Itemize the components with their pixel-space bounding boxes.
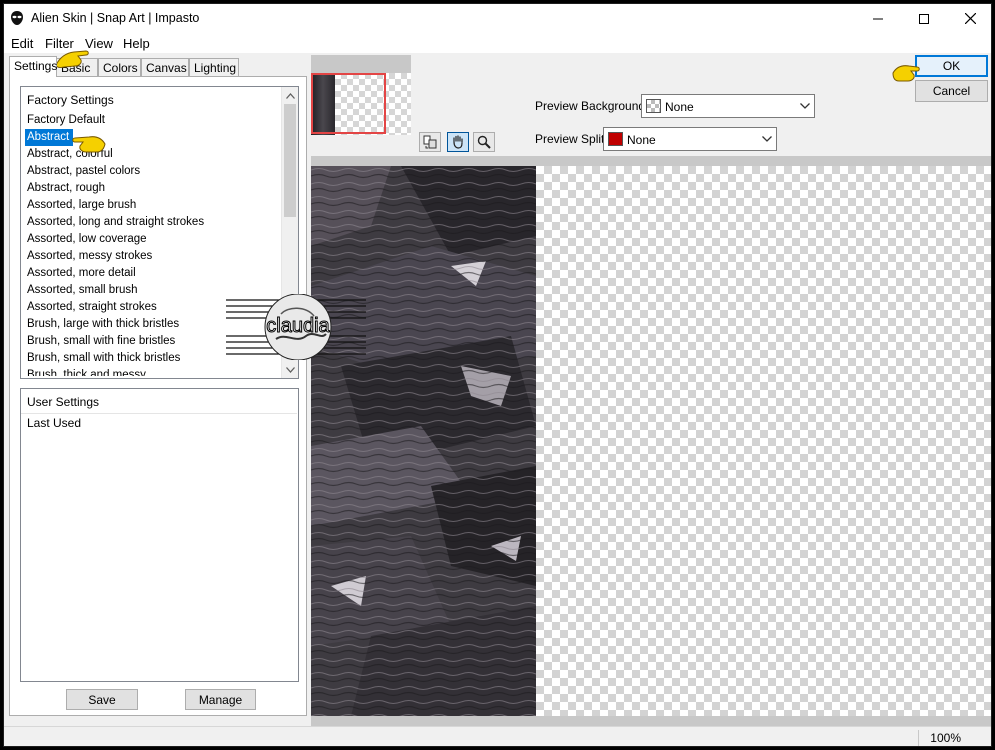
- minimize-icon: [873, 18, 883, 19]
- preview-background-value: None: [665, 100, 694, 114]
- menu-help[interactable]: Help: [123, 36, 150, 51]
- chevron-down-icon: [762, 136, 772, 142]
- chevron-up-icon: [286, 92, 295, 99]
- list-item[interactable]: Factory Default: [25, 112, 280, 129]
- list-item[interactable]: Assorted, low coverage: [25, 231, 280, 248]
- window-title: Alien Skin | Snap Art | Impasto: [31, 11, 200, 25]
- tab-settings[interactable]: Settings: [9, 56, 57, 77]
- preview-split-select[interactable]: None: [603, 127, 777, 151]
- maximize-icon: [919, 13, 929, 24]
- menu-bar: Edit Filter View Help: [4, 33, 991, 53]
- manage-button[interactable]: Manage: [185, 689, 256, 710]
- user-settings-header: User Settings: [27, 395, 100, 409]
- preview-image[interactable]: [311, 166, 536, 716]
- impasto-dialog: Alien Skin | Snap Art | Impasto Edit Fil…: [3, 3, 992, 747]
- compare-button[interactable]: [419, 132, 441, 152]
- dropdown-button[interactable]: [758, 128, 776, 150]
- list-item[interactable]: Abstract, colorful: [25, 146, 280, 163]
- list-item[interactable]: Brush, thick and messy: [25, 367, 280, 376]
- list-item[interactable]: Last Used: [27, 416, 81, 430]
- alien-skin-logo-icon: [11, 11, 23, 25]
- ok-button[interactable]: OK: [915, 55, 988, 77]
- scroll-thumb[interactable]: [284, 104, 296, 217]
- chevron-down-icon: [286, 366, 295, 373]
- divider: [21, 413, 297, 414]
- status-bar: 100%: [4, 726, 991, 746]
- close-button[interactable]: [947, 4, 991, 33]
- tab-canvas[interactable]: Canvas: [141, 58, 189, 76]
- list-item[interactable]: Abstract, pastel colors: [25, 163, 280, 180]
- impasto-painting-image: [311, 166, 536, 716]
- close-icon: [964, 13, 976, 24]
- tab-lighting[interactable]: Lighting: [189, 58, 239, 76]
- scroll-up-button[interactable]: [282, 87, 299, 104]
- title-bar: Alien Skin | Snap Art | Impasto: [4, 4, 991, 33]
- watermark-stamp: claudia: [226, 293, 366, 361]
- list-item-selected[interactable]: Abstract: [25, 129, 74, 146]
- hand-tool-button[interactable]: [447, 132, 469, 152]
- hand-icon: [453, 135, 463, 149]
- user-settings-list[interactable]: User Settings Last Used: [20, 388, 299, 682]
- minimize-button[interactable]: [855, 4, 901, 33]
- scroll-down-button[interactable]: [282, 361, 299, 378]
- watermark-text: claudia: [266, 315, 330, 337]
- tab-colors[interactable]: Colors: [98, 58, 141, 76]
- cancel-button[interactable]: Cancel: [915, 80, 988, 102]
- preview-background-swatch: [646, 99, 661, 113]
- preview-transparent-area[interactable]: [536, 166, 991, 716]
- preview-background-select[interactable]: None: [641, 94, 815, 118]
- compare-icon: [423, 135, 437, 149]
- menu-edit[interactable]: Edit: [11, 36, 33, 51]
- list-item[interactable]: Assorted, long and straight strokes: [25, 214, 280, 231]
- pointer-hand-icon: [55, 50, 89, 69]
- pointer-hand-icon: [72, 136, 106, 153]
- factory-settings-header: Factory Settings: [27, 93, 114, 107]
- list-item[interactable]: Assorted, more detail: [25, 265, 280, 282]
- dropdown-button[interactable]: [796, 95, 814, 117]
- navigator-view-frame[interactable]: [311, 73, 386, 134]
- zoom-icon: [477, 135, 491, 149]
- preview-split-swatch: [608, 132, 623, 146]
- list-item[interactable]: Assorted, messy strokes: [25, 248, 280, 265]
- zoom-tool-button[interactable]: [473, 132, 495, 152]
- list-item[interactable]: Assorted, large brush: [25, 197, 280, 214]
- preview-split-value: None: [627, 133, 656, 147]
- status-divider: [918, 730, 919, 746]
- settings-panel: Factory Settings Factory Default Abstrac…: [9, 76, 307, 716]
- pointer-hand-icon: [892, 65, 920, 82]
- zoom-level: 100%: [930, 731, 961, 745]
- list-item[interactable]: Abstract, rough: [25, 180, 280, 197]
- chevron-down-icon: [800, 103, 810, 109]
- preview-split-label: Preview Split:: [535, 132, 608, 146]
- maximize-button[interactable]: [901, 4, 947, 33]
- save-button[interactable]: Save: [66, 689, 138, 710]
- preview-background-label: Preview Background:: [535, 99, 649, 113]
